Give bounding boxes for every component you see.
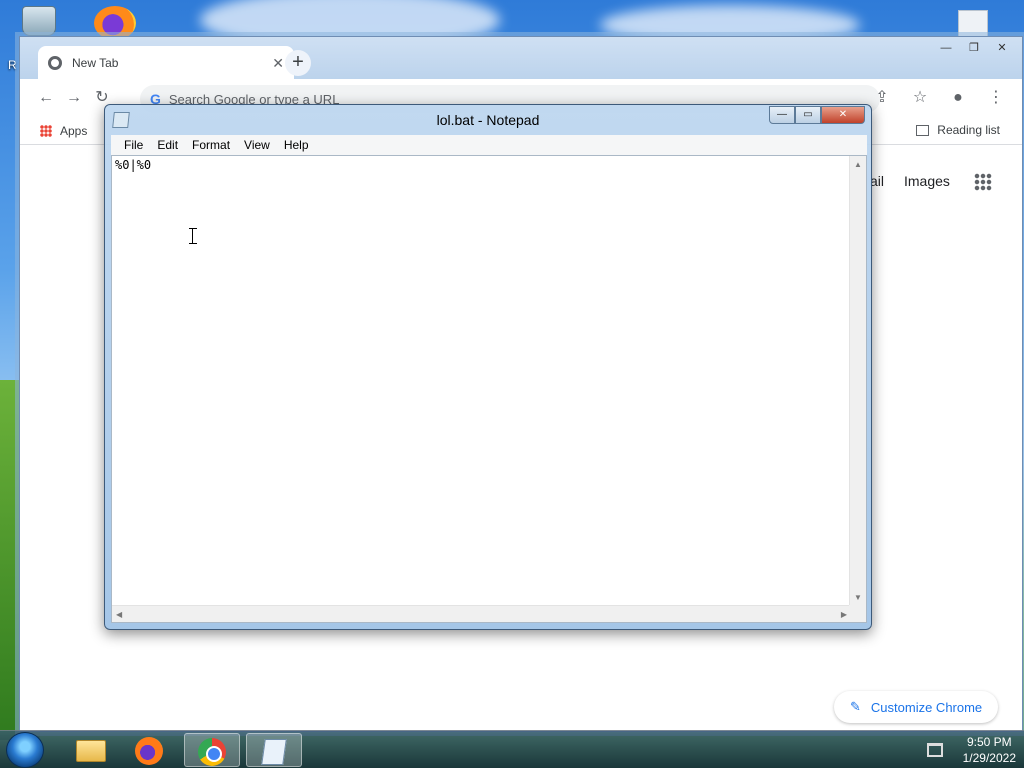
start-button[interactable] [6,732,44,768]
reading-list-button[interactable]: Reading list [916,123,1000,137]
gmail-link[interactable]: ail [870,173,884,189]
notepad-menubar: File Edit Format View Help [111,135,867,155]
taskbar-firefox-button[interactable] [122,733,178,767]
taskbar-notepad-button[interactable] [246,733,302,767]
system-tray: 9:50 PM 1/29/2022 [926,734,1016,766]
notepad-close-button[interactable]: ✕ [821,106,865,124]
customize-chrome-label: Customize Chrome [870,699,983,715]
share-icon[interactable]: ⇪ [868,84,896,112]
back-icon[interactable]: ← [32,84,60,112]
chrome-window-controls: — ❐ ✕ [934,39,1014,57]
tab-new-tab[interactable]: New Tab ✕ [38,46,294,80]
notepad-title: lol.bat - Notepad [436,112,540,128]
desktop-icon-label: R [8,58,17,72]
notepad-content: %0|%0 [115,158,152,172]
chrome-icon [198,738,226,766]
chrome-menu-icon[interactable]: ⋮ [982,84,1010,112]
bookmark-star-icon[interactable]: ☆ [906,84,934,112]
vertical-scrollbar[interactable]: ▲ ▼ [849,156,866,606]
menu-help[interactable]: Help [277,138,316,152]
chrome-tabstrip: New Tab ✕ + — ❐ ✕ [20,37,1022,80]
horizontal-scrollbar[interactable]: ◀ ▶ [112,605,851,622]
close-button[interactable]: ✕ [990,39,1014,57]
notepad-window-controls: — ▭ ✕ [769,106,865,124]
firefox-icon [135,737,163,765]
scroll-down-icon[interactable]: ▼ [854,593,862,602]
scrollbar-corner [849,605,866,622]
taskbar-chrome-button[interactable] [184,733,240,767]
profile-icon[interactable]: ● [944,84,972,112]
new-tab-button[interactable]: + [285,50,311,76]
minimize-button[interactable]: — [934,39,958,57]
menu-file[interactable]: File [117,138,150,152]
images-link[interactable]: Images [904,173,950,189]
notepad-maximize-button[interactable]: ▭ [795,106,821,124]
notepad-window: lol.bat - Notepad — ▭ ✕ File Edit Format… [104,104,872,630]
tab-close-icon[interactable]: ✕ [272,55,284,72]
taskbar-explorer-button[interactable] [62,733,118,767]
restore-button[interactable]: ❐ [962,39,986,57]
chrome-favicon-icon [48,56,62,70]
google-apps-icon[interactable] [974,173,992,191]
network-icon[interactable] [926,743,943,757]
text-cursor-icon [189,228,200,244]
clock[interactable]: 9:50 PM 1/29/2022 [963,734,1016,766]
firefox-desktop-icon[interactable] [94,6,136,40]
tab-title: New Tab [72,56,119,70]
recycle-bin-icon[interactable] [22,6,56,36]
taskbar: 9:50 PM 1/29/2022 [0,730,1024,768]
toolbar-actions: ⇪ ☆ ● ⋮ [868,84,1010,112]
menu-format[interactable]: Format [185,138,237,152]
notepad-text-area[interactable]: %0|%0 ▲ ▼ ◀ ▶ [111,155,867,623]
scroll-left-icon[interactable]: ◀ [116,610,122,619]
apps-bookmark[interactable]: Apps [60,124,87,138]
customize-chrome-button[interactable]: ✎ Customize Chrome [834,691,999,723]
clock-time: 9:50 PM [966,735,1012,749]
folder-icon [76,740,106,762]
menu-edit[interactable]: Edit [150,138,185,152]
forward-icon[interactable]: → [60,84,88,112]
reading-list-label: Reading list [937,123,1000,137]
notepad-minimize-button[interactable]: — [769,106,795,124]
scroll-right-icon[interactable]: ▶ [841,610,847,619]
pencil-icon: ✎ [850,699,861,714]
apps-grid-icon [40,124,52,137]
scroll-up-icon[interactable]: ▲ [854,160,862,169]
notepad-icon [261,739,287,765]
menu-view[interactable]: View [237,138,277,152]
clock-date: 1/29/2022 [962,751,1016,765]
notepad-titlebar[interactable]: lol.bat - Notepad — ▭ ✕ [105,105,871,135]
reading-list-icon [916,124,930,136]
